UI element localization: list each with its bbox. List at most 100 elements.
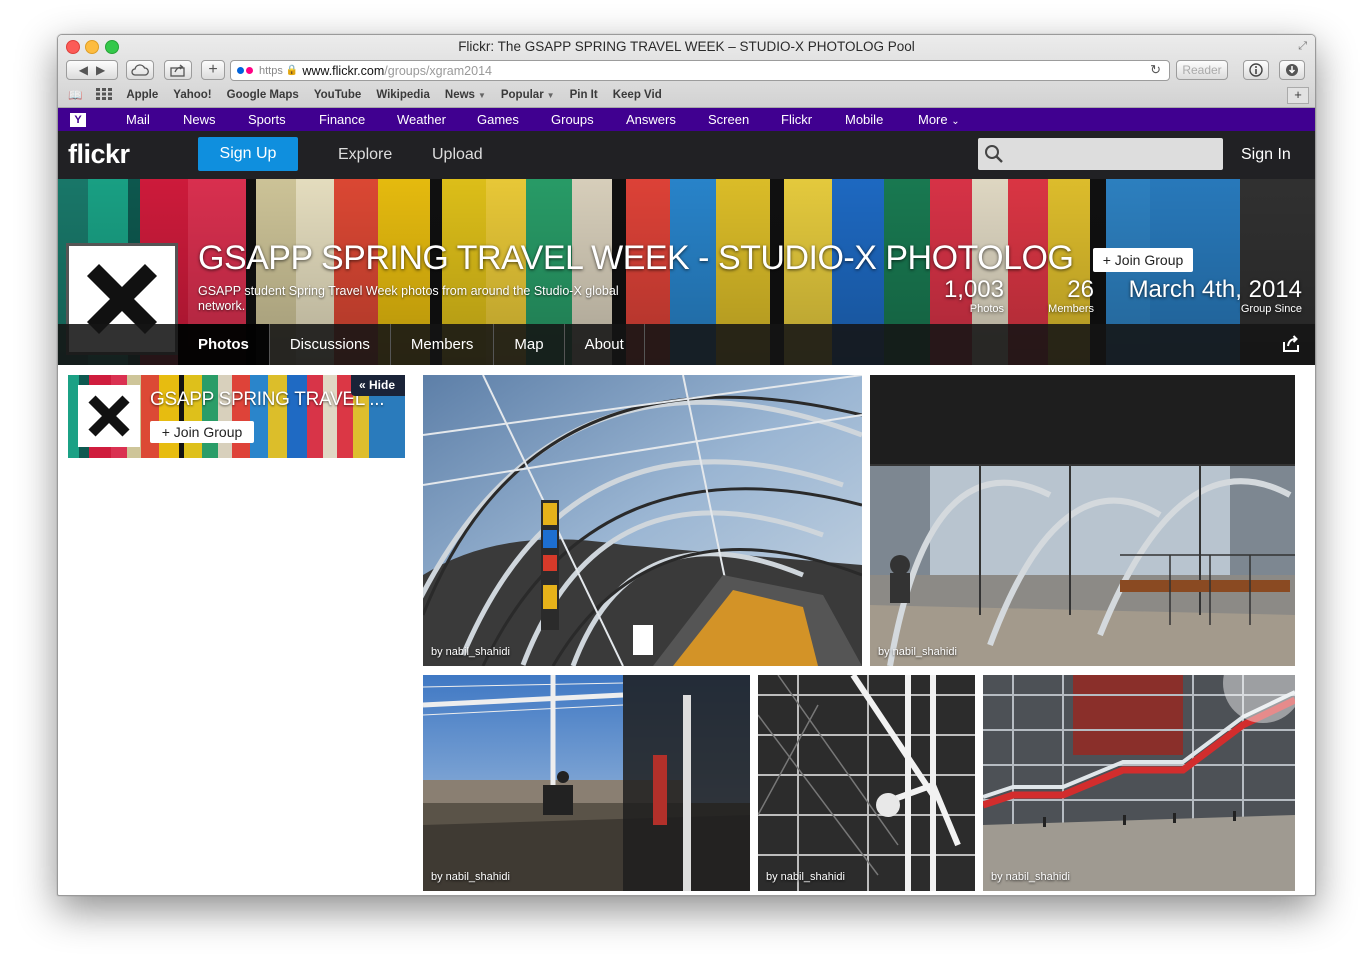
share-arrow-icon	[170, 63, 185, 77]
reading-list-icon[interactable]: 📖	[68, 88, 82, 102]
yahoo-nav-finance[interactable]: Finance	[319, 112, 365, 127]
side-card-x-icon	[88, 395, 130, 437]
photo-tile[interactable]: by nabil_shahidi	[423, 675, 750, 891]
yahoo-nav-mobile[interactable]: Mobile	[845, 112, 883, 127]
plus-icon: +	[208, 61, 218, 78]
yahoo-nav-flickr[interactable]: Flickr	[781, 112, 812, 127]
url-path: /groups/xgram2014	[384, 63, 492, 78]
search-input[interactable]	[978, 138, 1223, 170]
reader-button[interactable]: Reader	[1176, 60, 1228, 80]
icloud-tabs-button[interactable]	[126, 60, 154, 80]
info-icon	[1249, 63, 1263, 77]
yahoo-nav-screen[interactable]: Screen	[708, 112, 749, 127]
side-card-join-button[interactable]: + Join Group	[150, 421, 254, 443]
chevron-down-icon: ⌄	[951, 116, 960, 127]
bookmark-news-label: News	[444, 89, 475, 101]
browser-toolbar: Flickr: The GSAPP SPRING TRAVEL WEEK – S…	[58, 35, 1315, 108]
flickr-header: flickr Sign Up Explore Upload Sign In	[58, 131, 1315, 179]
stat-members-value: 26	[1067, 276, 1094, 303]
bookmark-popular-folder[interactable]: Popular ▼	[501, 89, 555, 101]
photo-tile[interactable]: by nabil_shahidi	[870, 375, 1295, 666]
info-button[interactable]	[1243, 60, 1269, 80]
yahoo-nav-more-label: More	[918, 112, 948, 127]
explore-link[interactable]: Explore	[338, 146, 392, 164]
yahoo-logo[interactable]: Y	[70, 112, 86, 127]
add-tab-icon[interactable]: +	[1287, 87, 1309, 104]
group-side-card: GSAPP SPRING TRAVEL ... + Join Group « H…	[68, 375, 405, 458]
lock-icon: 🔒	[285, 65, 299, 76]
sign-up-button[interactable]: Sign Up	[198, 137, 298, 171]
photo-tile[interactable]: by nabil_shahidi	[983, 675, 1295, 891]
cloud-icon	[131, 64, 149, 76]
yahoo-nav-groups[interactable]: Groups	[551, 112, 594, 127]
sign-in-link[interactable]: Sign In	[1241, 146, 1291, 164]
stat-group-since-label: Group Since	[1240, 303, 1302, 315]
stat-photos[interactable]: 1,003 Photos	[943, 276, 1004, 316]
window-title: Flickr: The GSAPP SPRING TRAVEL WEEK – S…	[458, 39, 915, 54]
photo-image	[423, 675, 750, 891]
yahoo-nav-answers[interactable]: Answers	[626, 112, 676, 127]
side-card-avatar[interactable]	[78, 385, 140, 447]
photo-tile[interactable]: by nabil_shahidi	[758, 675, 975, 891]
url-host: www.flickr.com	[302, 63, 385, 78]
yahoo-nav-bar: Y Mail News Sports Finance Weather Games…	[58, 108, 1315, 131]
share-icon[interactable]	[1281, 334, 1301, 354]
photo-credit[interactable]: by nabil_shahidi	[766, 871, 845, 883]
fullscreen-icon[interactable]: ⤢	[1298, 40, 1307, 53]
back-forward-buttons[interactable]: ◀ ▶	[66, 60, 118, 80]
photo-credit[interactable]: by nabil_shahidi	[991, 871, 1070, 883]
photo-image	[870, 375, 1295, 666]
tab-discussions[interactable]: Discussions	[270, 324, 391, 365]
forward-icon[interactable]: ▶	[96, 63, 105, 77]
browser-window: Flickr: The GSAPP SPRING TRAVEL WEEK – S…	[57, 34, 1316, 896]
photo-image	[423, 375, 862, 666]
yahoo-nav-news[interactable]: News	[183, 112, 216, 127]
stat-photos-value: 1,003	[943, 276, 1004, 303]
photo-credit[interactable]: by nabil_shahidi	[878, 646, 957, 658]
bookmark-news-folder[interactable]: News ▼	[445, 89, 486, 101]
bookmark-youtube[interactable]: YouTube	[314, 89, 361, 101]
flickr-logo[interactable]: flickr	[68, 139, 130, 170]
photo-credit[interactable]: by nabil_shahidi	[431, 871, 510, 883]
back-icon[interactable]: ◀	[79, 63, 88, 77]
bookmark-google-maps[interactable]: Google Maps	[227, 89, 299, 101]
search-icon	[985, 145, 1003, 163]
stat-members-label: Members	[1048, 303, 1094, 315]
tab-photos[interactable]: Photos	[178, 324, 270, 365]
bookmark-apple[interactable]: Apple	[126, 89, 158, 101]
side-card-title[interactable]: GSAPP SPRING TRAVEL ...	[150, 389, 385, 411]
bookmarks-bar: 📖 Apple Yahoo! Google Maps YouTube Wikip…	[58, 85, 1315, 105]
photo-image	[758, 675, 975, 891]
downloads-button[interactable]	[1279, 60, 1305, 80]
tab-about[interactable]: About	[565, 324, 645, 365]
reload-icon[interactable]: ↻	[1150, 62, 1161, 78]
hide-card-button[interactable]: « Hide	[350, 375, 405, 396]
new-tab-button[interactable]: +	[201, 60, 225, 80]
group-description: GSAPP student Spring Travel Week photos …	[198, 284, 619, 313]
yahoo-nav-mail[interactable]: Mail	[126, 112, 150, 127]
bookmark-keep-vid[interactable]: Keep Vid	[613, 89, 662, 101]
yahoo-nav-games[interactable]: Games	[477, 112, 519, 127]
download-icon	[1286, 64, 1298, 76]
photo-tile[interactable]: by nabil_shahidi	[423, 375, 862, 666]
bookmark-wikipedia[interactable]: Wikipedia	[376, 89, 430, 101]
join-group-button[interactable]: + Join Group	[1093, 248, 1193, 272]
photo-credit[interactable]: by nabil_shahidi	[431, 646, 510, 658]
group-title: GSAPP SPRING TRAVEL WEEK - STUDIO-X PHOT…	[198, 239, 1074, 277]
chevron-down-icon: ▼	[546, 91, 555, 100]
stat-members[interactable]: 26 Members	[1048, 276, 1094, 316]
upload-link[interactable]: Upload	[432, 146, 483, 164]
tab-map[interactable]: Map	[494, 324, 565, 365]
share-button[interactable]	[164, 60, 192, 80]
bookmark-pin-it[interactable]: Pin It	[570, 89, 598, 101]
bookmark-yahoo[interactable]: Yahoo!	[173, 89, 211, 101]
address-bar[interactable]: https 🔒 www.flickr.com /groups/xgram2014…	[230, 60, 1170, 81]
flickr-favicon-icon	[237, 67, 255, 74]
chevron-down-icon: ▼	[477, 91, 486, 100]
top-sites-icon[interactable]	[96, 87, 113, 103]
tab-members[interactable]: Members	[391, 324, 495, 365]
yahoo-nav-sports[interactable]: Sports	[248, 112, 286, 127]
yahoo-nav-more[interactable]: More ⌄	[918, 112, 960, 127]
yahoo-nav-weather[interactable]: Weather	[397, 112, 446, 127]
stat-group-since: March 4th, 2014 Group Since	[1129, 277, 1302, 316]
